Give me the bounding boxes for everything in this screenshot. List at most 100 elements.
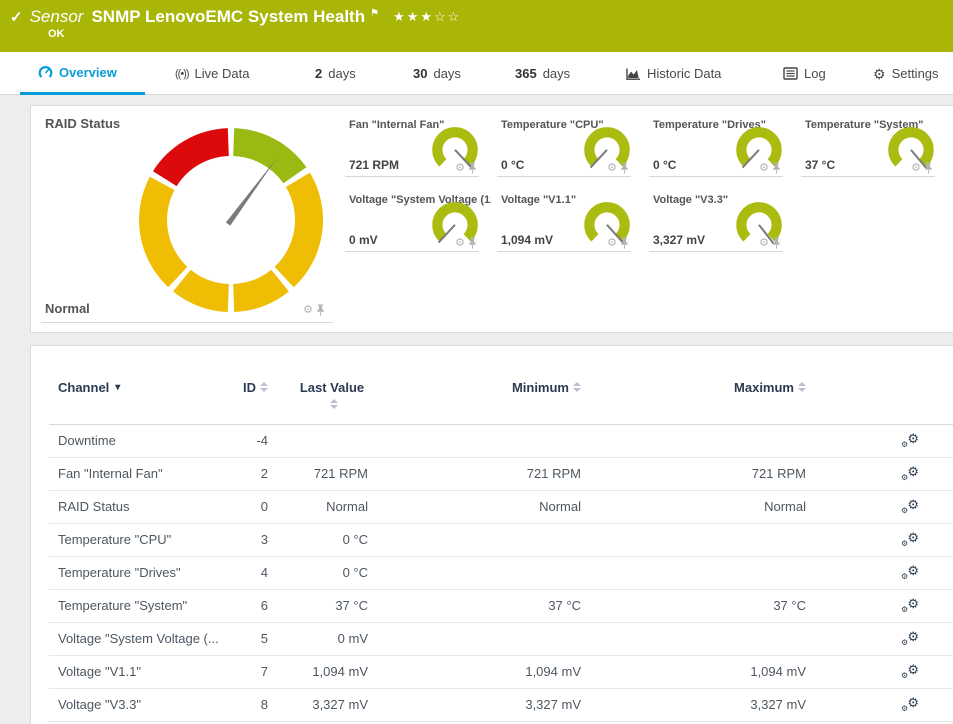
tab-live-data[interactable]: ((•)) Live Data <box>175 52 249 95</box>
gauge-tile-fan-internal[interactable]: Fan "Internal Fan" 721 RPM ⚙ <box>341 111 493 177</box>
cell-minimum: Normal <box>368 499 581 514</box>
sort-icon <box>798 382 806 394</box>
gauge-tile-voltage-v3-3[interactable]: Voltage "V3.3" 3,327 mV ⚙ <box>645 186 797 252</box>
channel-settings-icon[interactable]: ⚙⚙ <box>901 696 919 713</box>
channel-settings-icon[interactable]: ⚙⚙ <box>901 597 919 614</box>
object-kind-label: Sensor <box>30 7 84 27</box>
column-header-minimum[interactable]: Minimum <box>368 380 581 395</box>
tab-30-days[interactable]: 30 days <box>413 52 461 95</box>
gauge-title: Voltage "V1.1" <box>501 194 576 206</box>
tile-actions: ⚙ <box>455 237 477 249</box>
table-row-voltage-v3-3[interactable]: Voltage "V3.3" 8 3,327 mV 3,327 mV 3,327… <box>49 689 953 722</box>
raid-gauge-needle <box>226 155 279 225</box>
column-header-minimum-label: Minimum <box>512 380 569 395</box>
cell-channel: Temperature "Drives" <box>58 565 238 580</box>
tab-overview-label: Overview <box>59 65 117 80</box>
table-row-temp-drives[interactable]: Temperature "Drives" 4 0 °C ⚙⚙ <box>49 557 953 590</box>
tab-bar: Overview ((•)) Live Data 2 days 30 days … <box>0 52 953 95</box>
tile-pin-icon[interactable] <box>772 237 781 249</box>
tile-gear-icon[interactable]: ⚙ <box>759 238 769 249</box>
tile-pin-icon[interactable] <box>620 237 629 249</box>
gauge-tile-voltage-system[interactable]: Voltage "System Voltage (12... 0 mV ⚙ <box>341 186 493 252</box>
tab-settings[interactable]: ⚙ Settings <box>873 52 939 95</box>
gauge-tile-temp-system[interactable]: Temperature "System" 37 °C ⚙ <box>797 111 949 177</box>
cell-id: 7 <box>238 664 268 679</box>
table-row-temp-cpu[interactable]: Temperature "CPU" 3 0 °C ⚙⚙ <box>49 524 953 557</box>
tab-historic-data-label: Historic Data <box>647 66 721 81</box>
tile-gear-icon[interactable]: ⚙ <box>303 305 313 316</box>
gauge-value: 721 RPM <box>349 158 399 172</box>
tab-historic-data[interactable]: Historic Data <box>625 52 721 95</box>
channel-settings-icon[interactable]: ⚙⚙ <box>901 531 919 548</box>
table-row-raid-status[interactable]: RAID Status 0 Normal Normal Normal ⚙⚙ <box>49 491 953 524</box>
tab-log[interactable]: Log <box>783 52 826 95</box>
sort-icon <box>330 399 338 411</box>
gauge-title: Voltage "V3.3" <box>653 194 728 206</box>
channel-settings-icon[interactable]: ⚙⚙ <box>901 564 919 581</box>
tab-2-days[interactable]: 2 days <box>315 52 356 95</box>
priority-stars[interactable]: ★★★☆☆ <box>393 9 461 25</box>
channel-settings-icon[interactable]: ⚙⚙ <box>901 465 919 482</box>
sensor-status-badge: OK <box>48 28 65 40</box>
table-row-fan-internal[interactable]: Fan "Internal Fan" 2 721 RPM 721 RPM 721… <box>49 458 953 491</box>
table-row-voltage-v1-1[interactable]: Voltage "V1.1" 7 1,094 mV 1,094 mV 1,094… <box>49 656 953 689</box>
cell-channel: Temperature "System" <box>58 598 238 613</box>
tile-gear-icon[interactable]: ⚙ <box>607 238 617 249</box>
gauge-tile-temp-drives[interactable]: Temperature "Drives" 0 °C ⚙ <box>645 111 797 177</box>
tile-actions: ⚙ <box>455 162 477 174</box>
tile-pin-icon[interactable] <box>772 162 781 174</box>
table-header-row: Channel ▾ ID Last Value Minimum Maximum <box>31 346 953 414</box>
cell-last-value: 0 °C <box>268 532 368 547</box>
cell-id: -4 <box>238 433 268 448</box>
priority-flag-icon: ⚑ <box>370 8 379 19</box>
raid-status-gauge-tile[interactable]: RAID Status Normal ⚙ <box>31 106 339 332</box>
tile-pin-icon[interactable] <box>316 304 325 316</box>
tab-live-data-label: Live Data <box>195 66 250 81</box>
gauge-value: 37 °C <box>805 158 835 172</box>
tile-gear-icon[interactable]: ⚙ <box>455 163 465 174</box>
channel-settings-icon[interactable]: ⚙⚙ <box>901 630 919 647</box>
gauge-tile-voltage-v1-1[interactable]: Voltage "V1.1" 1,094 mV ⚙ <box>493 186 645 252</box>
raid-tile-actions: ⚙ <box>303 304 325 316</box>
channel-settings-icon[interactable]: ⚙⚙ <box>901 663 919 680</box>
cell-channel: Voltage "V3.3" <box>58 697 238 712</box>
tile-pin-icon[interactable] <box>468 237 477 249</box>
ok-check-icon: ✓ <box>10 8 23 26</box>
tile-actions: ⚙ <box>911 162 933 174</box>
cell-id: 2 <box>238 466 268 481</box>
tab-30-days-number: 30 <box>413 66 427 81</box>
tile-gear-icon[interactable]: ⚙ <box>607 163 617 174</box>
tile-gear-icon[interactable]: ⚙ <box>455 238 465 249</box>
column-header-channel[interactable]: Channel ▾ <box>58 380 238 395</box>
prtg-sensor-page: ✓ Sensor SNMP LenovoEMC System Health ⚑ … <box>0 0 953 724</box>
channel-settings-icon[interactable]: ⚙⚙ <box>901 498 919 515</box>
sort-icon <box>260 382 268 394</box>
tile-actions: ⚙ <box>607 162 629 174</box>
column-header-last-value[interactable]: Last Value <box>268 380 368 414</box>
table-row-downtime[interactable]: Downtime -4 ⚙⚙ <box>49 425 953 458</box>
tab-365-days[interactable]: 365 days <box>515 52 570 95</box>
tab-overview[interactable]: Overview <box>20 52 145 95</box>
cell-last-value: 0 mV <box>268 631 368 646</box>
gauge-value: 0 °C <box>501 158 524 172</box>
table-row-temp-system[interactable]: Temperature "System" 6 37 °C 37 °C 37 °C… <box>49 590 953 623</box>
tile-gear-icon[interactable]: ⚙ <box>911 163 921 174</box>
cell-channel: Voltage "V1.1" <box>58 664 238 679</box>
tile-pin-icon[interactable] <box>924 162 933 174</box>
column-header-maximum[interactable]: Maximum <box>581 380 806 395</box>
column-header-id[interactable]: ID <box>238 380 268 395</box>
tile-gear-icon[interactable]: ⚙ <box>759 163 769 174</box>
gauge-tile-temp-cpu[interactable]: Temperature "CPU" 0 °C ⚙ <box>493 111 645 177</box>
table-body: Downtime -4 ⚙⚙ Fan "Internal Fan" 2 721 … <box>49 425 953 722</box>
cell-id: 3 <box>238 532 268 547</box>
cell-minimum: 3,327 mV <box>368 697 581 712</box>
table-row-voltage-system[interactable]: Voltage "System Voltage (... 5 0 mV ⚙⚙ <box>49 623 953 656</box>
column-header-maximum-label: Maximum <box>734 380 794 395</box>
tile-pin-icon[interactable] <box>620 162 629 174</box>
raid-gauge-title: RAID Status <box>45 116 120 131</box>
tile-actions: ⚙ <box>607 237 629 249</box>
cell-maximum: 37 °C <box>581 598 806 613</box>
cell-maximum: 3,327 mV <box>581 697 806 712</box>
channel-settings-icon[interactable]: ⚙⚙ <box>901 432 919 449</box>
tile-pin-icon[interactable] <box>468 162 477 174</box>
